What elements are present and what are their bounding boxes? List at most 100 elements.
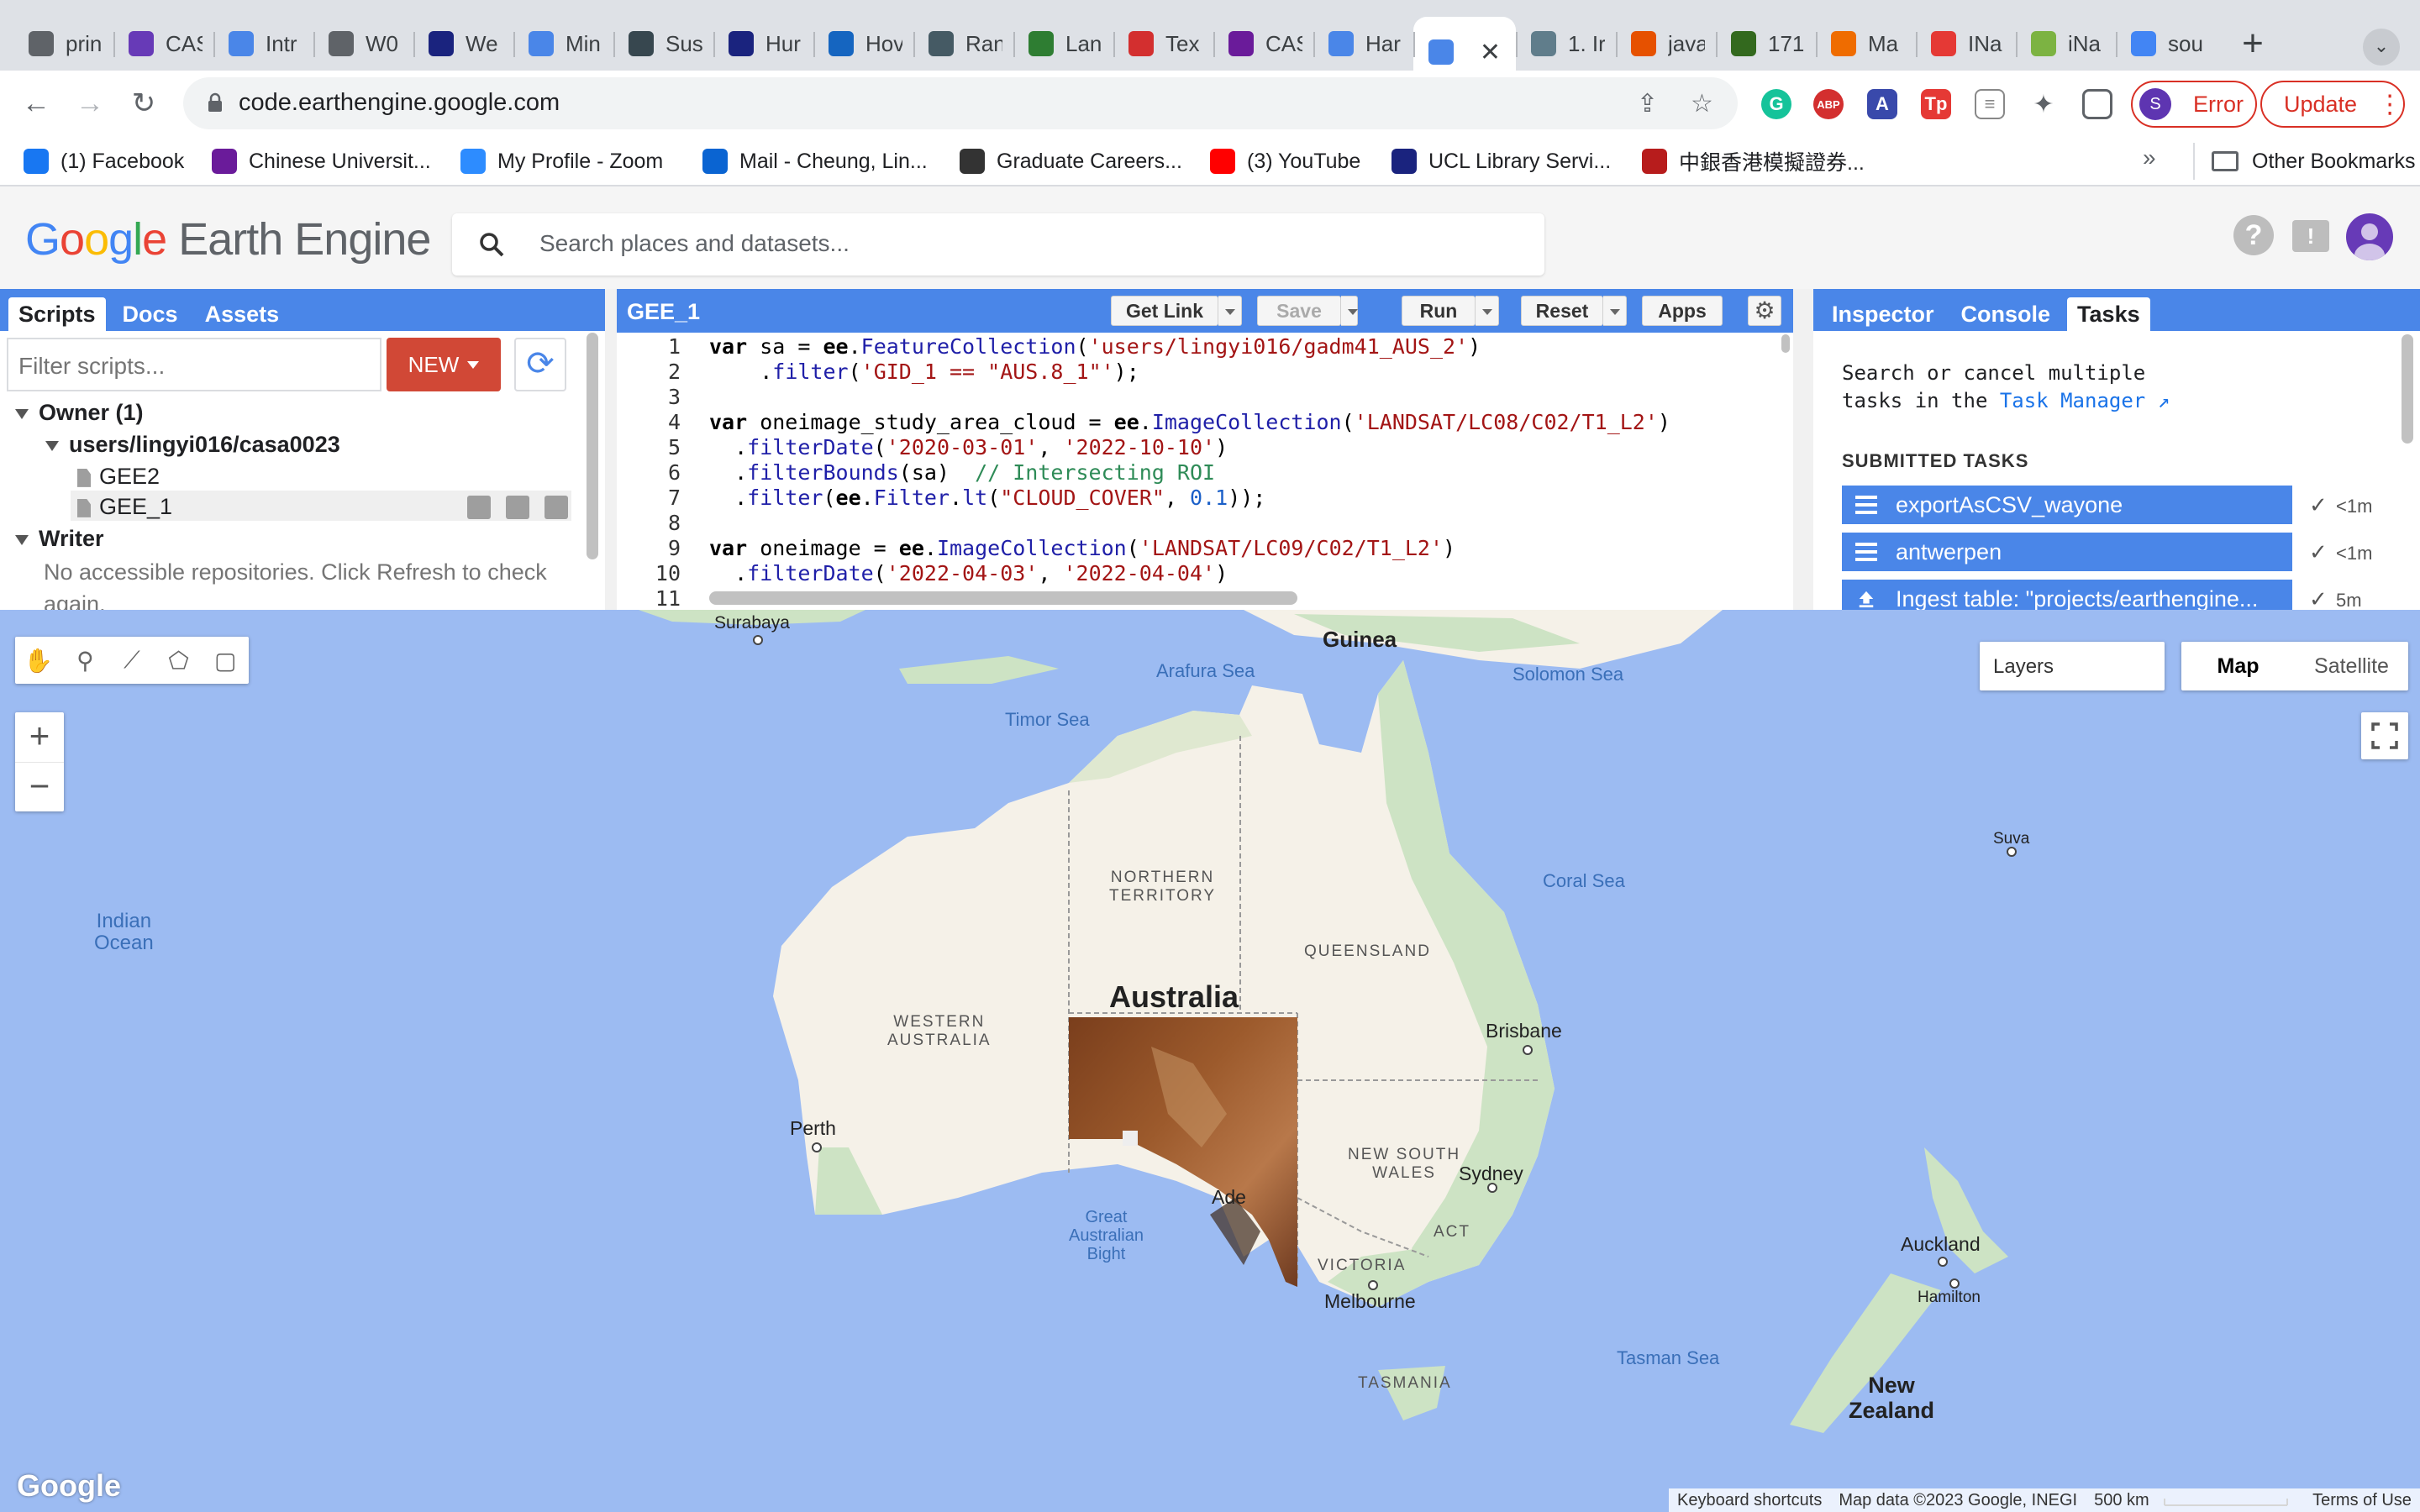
search-box[interactable]: Search places and datasets... (452, 213, 1544, 276)
other-bookmarks-folder[interactable]: Other Bookmarks (2193, 143, 2416, 180)
get-link-dropdown[interactable] (1218, 296, 1242, 326)
terms-of-use-link[interactable]: Terms of Use (2304, 1491, 2420, 1510)
line-tool-icon[interactable]: ⟋ (108, 637, 155, 684)
gear-icon[interactable]: ⚙ (1748, 296, 1781, 326)
browser-tab[interactable]: Min (513, 17, 613, 71)
browser-tab[interactable]: Intr (213, 17, 313, 71)
run-button[interactable]: Run (1402, 296, 1476, 326)
tab-scripts[interactable]: Scripts (8, 297, 106, 331)
save-dropdown[interactable] (1341, 296, 1358, 326)
zoom-out-button[interactable]: − (15, 762, 64, 811)
tree-file-gee2[interactable]: GEE2 (77, 464, 160, 490)
profile-error-button[interactable]: S Error (2131, 81, 2257, 128)
tree-file-gee1[interactable]: GEE_1 (77, 494, 172, 520)
reset-button[interactable]: Reset (1521, 296, 1603, 326)
tree-repo-node[interactable]: users/lingyi016/casa0023 (45, 432, 340, 458)
close-tab-icon[interactable]: ✕ (1480, 38, 1501, 67)
browser-tab[interactable]: INa (1916, 17, 2016, 71)
tab-docs[interactable]: Docs (113, 297, 188, 331)
reset-dropdown[interactable] (1603, 296, 1627, 326)
earth-engine-logo[interactable]: Google Earth Engine (25, 213, 431, 265)
tab-search-button[interactable]: ⌄ (2363, 29, 2400, 66)
extensions-puzzle-icon[interactable]: ✦ (2028, 89, 2059, 119)
browser-tab[interactable]: Tex (1113, 17, 1213, 71)
browser-tab[interactable]: 171 (1716, 17, 1816, 71)
back-button[interactable]: ← (15, 82, 57, 124)
browser-tab[interactable]: CAS (113, 17, 213, 71)
forward-button[interactable]: → (69, 82, 111, 124)
browser-tab[interactable]: prin (13, 17, 113, 71)
browser-tab[interactable]: sou (2116, 17, 2216, 71)
grammarly-extension-icon[interactable]: G (1761, 89, 1791, 119)
browser-tab[interactable]: Ma (1816, 17, 1916, 71)
bookmark-item[interactable]: Chinese Universit... (212, 143, 431, 180)
browser-tab[interactable]: Hur (713, 17, 813, 71)
address-bar[interactable]: code.earthengine.google.com ⇪ ☆ (183, 77, 1738, 129)
left-scrollbar[interactable] (587, 333, 598, 559)
update-button[interactable]: Update ⋮ (2260, 81, 2405, 128)
bookmark-item[interactable]: Mail - Cheung, Lin... (702, 143, 928, 180)
user-avatar-icon[interactable] (2346, 213, 2393, 260)
fullscreen-icon[interactable] (2361, 712, 2408, 759)
bookmark-item[interactable]: Graduate Careers... (960, 143, 1182, 180)
browser-tab[interactable]: Lan (1013, 17, 1113, 71)
browser-tab[interactable]: We (413, 17, 513, 71)
feedback-icon[interactable]: ! (2292, 220, 2329, 252)
zoom-in-button[interactable]: + (15, 712, 64, 762)
browser-tab[interactable]: Sus (613, 17, 713, 71)
task-row[interactable]: exportAsCSV_wayone (1842, 486, 2292, 524)
polygon-tool-icon[interactable]: ⬠ (155, 637, 203, 684)
task-row[interactable]: antwerpen (1842, 533, 2292, 571)
tab-console[interactable]: Console (1951, 297, 2061, 331)
map-type-map-button[interactable]: Map (2181, 642, 2295, 690)
bookmark-item[interactable]: (3) YouTube (1210, 143, 1360, 180)
pan-hand-icon[interactable]: ✋ (15, 637, 62, 684)
new-script-button[interactable]: NEW (387, 338, 501, 391)
browser-tab[interactable]: CAS (1213, 17, 1313, 71)
run-dropdown[interactable] (1476, 296, 1499, 326)
tab-inspector[interactable]: Inspector (1822, 297, 1944, 331)
code-area[interactable]: var sa = ee.FeatureCollection('users/lin… (709, 333, 1768, 585)
reload-button[interactable]: ↻ (123, 82, 165, 124)
browser-tab[interactable]: Har (1313, 17, 1413, 71)
share-icon[interactable]: ⇪ (1637, 89, 1658, 118)
browser-tab[interactable]: 1. Ir (1516, 17, 1616, 71)
editor-horizontal-scrollbar[interactable] (709, 591, 1297, 605)
bookmark-item[interactable]: (1) Facebook (24, 143, 184, 180)
bookmark-item[interactable]: UCL Library Servi... (1392, 143, 1611, 180)
editor-vertical-scrollbar[interactable] (1781, 334, 1790, 353)
bookmark-item[interactable]: My Profile - Zoom (460, 143, 663, 180)
browser-tab[interactable]: W0 (313, 17, 413, 71)
task-manager-link[interactable]: Task Manager (2000, 389, 2145, 412)
bookmarks-overflow-button[interactable]: » (2143, 144, 2156, 171)
layers-dropdown[interactable]: Layers (1980, 642, 2165, 690)
right-splitter[interactable] (1793, 289, 1813, 610)
save-button[interactable]: Save (1257, 296, 1341, 326)
document-extension-icon[interactable]: ≡ (1975, 89, 2005, 119)
left-splitter[interactable] (605, 289, 617, 610)
browser-tab[interactable]: Ran (913, 17, 1013, 71)
adblock-extension-icon[interactable]: ABP (1813, 89, 1844, 119)
map-type-satellite-button[interactable]: Satellite (2295, 642, 2408, 690)
right-scrollbar[interactable] (2402, 334, 2413, 444)
bookmark-item[interactable]: 中銀香港模擬證券... (1642, 143, 1865, 180)
filter-scripts-input[interactable]: Filter scripts... (7, 338, 381, 391)
tab-assets[interactable]: Assets (195, 297, 290, 331)
get-link-button[interactable]: Get Link (1111, 296, 1218, 326)
apps-button[interactable]: Apps (1642, 296, 1723, 326)
keyboard-shortcuts-link[interactable]: Keyboard shortcuts (1669, 1491, 1830, 1510)
translate-extension-icon[interactable]: A (1867, 89, 1897, 119)
browser-tab[interactable]: java (1616, 17, 1716, 71)
browser-tab[interactable]: iNa (2016, 17, 2116, 71)
new-tab-button[interactable]: + (2232, 24, 2274, 66)
tree-writer-node[interactable]: Writer (15, 526, 104, 552)
browser-tab[interactable]: Hov (813, 17, 913, 71)
marker-icon[interactable]: ⚲ (62, 637, 109, 684)
rectangle-tool-icon[interactable]: ▢ (202, 637, 249, 684)
tab-tasks[interactable]: Tasks (2067, 297, 2150, 331)
refresh-icon[interactable]: ⟳ (514, 338, 566, 391)
tp-extension-icon[interactable]: Tp (1921, 89, 1951, 119)
history-icon[interactable] (467, 496, 491, 519)
delete-icon[interactable] (544, 496, 568, 519)
tree-owner-node[interactable]: Owner (1) (15, 400, 144, 426)
